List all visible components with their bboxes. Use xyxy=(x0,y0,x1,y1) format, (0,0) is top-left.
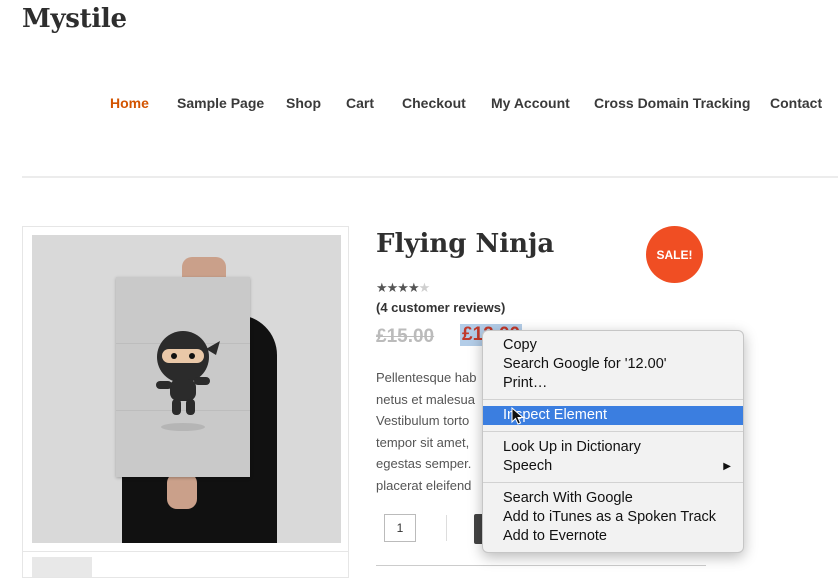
divider xyxy=(446,515,447,541)
nav-checkout[interactable]: Checkout xyxy=(402,95,466,111)
customer-reviews-link[interactable]: (4 customer reviews) xyxy=(376,300,505,315)
menu-item-copy[interactable]: Copy xyxy=(483,336,743,355)
menu-item-look-up-dictionary[interactable]: Look Up in Dictionary xyxy=(483,438,743,457)
nav-sample-page[interactable]: Sample Page xyxy=(177,95,264,111)
menu-item-search-google-selection[interactable]: Search Google for '12.00' xyxy=(483,355,743,374)
header-divider xyxy=(22,176,838,178)
star-rating: ★★★★★ xyxy=(376,281,431,296)
product-title: Flying Ninja xyxy=(376,229,555,259)
star-empty-icon: ★ xyxy=(418,281,431,296)
menu-separator xyxy=(483,431,743,432)
site-logo[interactable]: Mystile xyxy=(22,4,127,34)
description-line: egestas semper. xyxy=(376,456,472,471)
menu-separator xyxy=(483,482,743,483)
nav-cart[interactable]: Cart xyxy=(346,95,374,111)
gallery-divider xyxy=(23,551,348,552)
nav-shop[interactable]: Shop xyxy=(286,95,321,111)
hand-bottom xyxy=(167,473,197,509)
menu-item-speech-label: Speech xyxy=(503,458,553,474)
quantity-input[interactable] xyxy=(384,514,416,542)
ninja-poster xyxy=(116,277,250,477)
menu-item-print[interactable]: Print… xyxy=(483,374,743,393)
description-line: tempor sit amet, xyxy=(376,434,470,450)
menu-item-add-to-itunes[interactable]: Add to iTunes as a Spoken Track xyxy=(483,508,743,527)
menu-item-search-with-google[interactable]: Search With Google xyxy=(483,489,743,508)
description-line: netus et malesua xyxy=(376,391,476,407)
nav-contact[interactable]: Contact xyxy=(770,95,822,111)
context-menu: Copy Search Google for '12.00' Print… In… xyxy=(482,330,744,553)
main-nav: Home Sample Page Shop Cart Checkout My A… xyxy=(0,95,838,115)
description-line: Vestibulum torto xyxy=(376,413,470,428)
gallery-thumbnail[interactable] xyxy=(32,557,92,577)
menu-separator xyxy=(483,399,743,400)
menu-item-speech[interactable]: Speech ▶ xyxy=(483,457,743,476)
ninja-icon xyxy=(156,331,220,431)
regular-price: £15.00 xyxy=(376,326,435,347)
nav-home[interactable]: Home xyxy=(110,95,149,111)
menu-item-add-to-evernote[interactable]: Add to Evernote xyxy=(483,527,743,546)
product-image[interactable] xyxy=(32,235,341,543)
description-line: Pellentesque hab xyxy=(376,370,477,385)
submenu-arrow-icon: ▶ xyxy=(723,461,731,472)
sale-badge: SALE! xyxy=(646,226,703,283)
mouse-cursor-icon xyxy=(511,407,525,425)
star-filled-icon: ★★★★ xyxy=(376,281,420,296)
section-divider xyxy=(376,565,706,566)
nav-my-account[interactable]: My Account xyxy=(491,95,570,111)
nav-cross-domain-tracking[interactable]: Cross Domain Tracking xyxy=(594,95,750,111)
product-gallery xyxy=(22,226,349,578)
product-description: Pellentesque hab netus et malesua Vestib… xyxy=(376,367,486,496)
description-line: placerat eleifend xyxy=(376,477,472,493)
